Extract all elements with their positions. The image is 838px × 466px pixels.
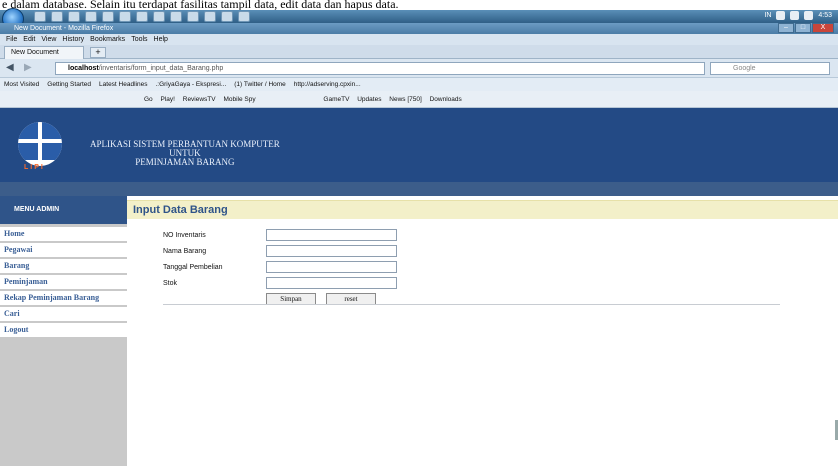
stok-input[interactable] [266,277,397,289]
url-path: /inventaris/form_input_data_Barang.php [98,65,224,72]
field-label: Nama Barang [163,248,207,255]
minimize-button[interactable]: – [778,23,794,33]
form-row: Stok [163,277,423,291]
menu-history[interactable]: History [62,34,84,45]
new-tab-button[interactable]: + [90,47,106,58]
menu-bar: File Edit View History Bookmarks Tools H… [0,34,838,45]
toolbar-mobilespy-button[interactable]: Mobile Spy [223,91,255,107]
bookmark-item[interactable]: .:GriyaGaya - Ekspresi... [155,78,226,91]
clock[interactable]: 4:53 [818,12,832,19]
bookmark-item[interactable]: http://adserving.cpxin... [294,78,361,91]
taskbar-app-icon[interactable] [102,11,114,22]
bookmark-item[interactable]: Getting Started [47,78,91,91]
menu-file[interactable]: File [6,34,17,45]
app-title-line: PEMINJAMAN BARANG [135,157,235,167]
url-host: localhost [68,65,99,72]
window-controls: – □ X [778,23,834,33]
form-row: Nama Barang [163,245,423,259]
taskbar-app-icon[interactable] [187,11,199,22]
menu-help[interactable]: Help [154,34,168,45]
navigation-toolbar: ◀ ▶ localhost/inventaris/form_input_data… [0,59,838,78]
taskbar-app-icon[interactable] [34,11,46,22]
bookmark-item[interactable]: Latest Headlines [99,78,147,91]
bookmark-item[interactable]: (1) Twitter / Home [234,78,286,91]
form-row: NO Inventaris [163,229,423,243]
document-caption-text: e dalam database. Selain itu terdapat fa… [0,0,838,10]
main-content: Input Data Barang NO Inventaris Nama Bar… [127,196,838,466]
field-label: Stok [163,280,178,287]
menu-view[interactable]: View [41,34,56,45]
toolbar-updates-button[interactable]: Updates [357,91,381,107]
sidebar-item-rekap[interactable]: Rekap Peminjaman Barang [0,291,127,307]
toolbar-news-button[interactable]: News [750] [389,91,422,107]
taskbar-app-icon[interactable] [238,11,250,22]
back-button[interactable]: ◀ [6,62,14,73]
address-bar[interactable]: localhost/inventaris/form_input_data_Bar… [55,62,730,75]
browser-tab-bar: New Document + [0,45,838,59]
windows-taskbar: IN 4:53 [0,8,838,30]
toolbar-play-button[interactable]: Play! [160,91,174,107]
field-label: Tanggal Pembelian [163,264,223,271]
close-button[interactable]: X [812,23,834,33]
sidebar-item-pegawai[interactable]: Pegawai [0,243,127,259]
taskbar-app-icon[interactable] [85,11,97,22]
sidebar-heading: MENU ADMIN [0,196,127,224]
taskbar-app-icon[interactable] [204,11,216,22]
language-indicator[interactable]: IN [764,12,771,19]
toolbar-downloads-button[interactable]: Downloads [430,91,462,107]
taskbar-icons [34,11,250,22]
maximize-button[interactable]: □ [795,23,811,33]
logo-text: LIPI [24,164,45,171]
toolbar-go-button[interactable]: Go [144,91,153,107]
window-title: New Document - Mozilla Firefox [14,25,114,32]
toolbar-reviews-button[interactable]: ReviewsTV [183,91,216,107]
taskbar-app-icon[interactable] [119,11,131,22]
tanggal-pembelian-input[interactable] [266,261,397,273]
taskbar-app-icon[interactable] [153,11,165,22]
system-tray: IN 4:53 [764,11,832,20]
page-title: Input Data Barang [127,200,838,219]
no-inventaris-input[interactable] [266,229,397,241]
search-input[interactable]: Google [710,62,830,75]
sidebar-item-cari[interactable]: Cari [0,307,127,323]
addon-toolbar: Go Play! ReviewsTV Mobile Spy GameTV Upd… [0,91,838,108]
menu-tools[interactable]: Tools [131,34,147,45]
lipi-logo-icon [18,122,62,166]
app-header: LIPI APLIKASI SISTEM PERBANTUAN KOMPUTER… [0,108,838,182]
taskbar-app-icon[interactable] [136,11,148,22]
taskbar-app-icon[interactable] [68,11,80,22]
forward-button[interactable]: ▶ [24,62,32,73]
tray-icon[interactable] [776,11,786,20]
sidebar-item-home[interactable]: Home [0,227,127,243]
taskbar-app-icon[interactable] [221,11,233,22]
app-title: APLIKASI SISTEM PERBANTUAN KOMPUTER UNTU… [90,140,280,167]
header-strip [0,182,838,196]
taskbar-app-icon[interactable] [51,11,63,22]
field-label: NO Inventaris [163,232,206,239]
window-titlebar[interactable]: New Document - Mozilla Firefox – □ X [0,23,838,34]
browser-tab[interactable]: New Document [4,46,84,59]
nama-barang-input[interactable] [266,245,397,257]
tray-icon[interactable] [790,11,800,20]
form-row: Tanggal Pembelian [163,261,423,275]
taskbar-app-icon[interactable] [170,11,182,22]
form-divider [163,304,780,305]
bookmark-item[interactable]: Most Visited [4,78,39,91]
sidebar-item-peminjaman[interactable]: Peminjaman [0,275,127,291]
sidebar-item-barang[interactable]: Barang [0,259,127,275]
menu-bookmarks[interactable]: Bookmarks [90,34,125,45]
tray-icon[interactable] [804,11,814,20]
bookmarks-toolbar: Most Visited Getting Started Latest Head… [0,78,838,91]
menu-edit[interactable]: Edit [23,34,35,45]
sidebar-item-logout[interactable]: Logout [0,323,127,339]
toolbar-gametv-button[interactable]: GameTV [323,91,349,107]
sidebar: MENU ADMIN Home Pegawai Barang Peminjama… [0,196,127,466]
